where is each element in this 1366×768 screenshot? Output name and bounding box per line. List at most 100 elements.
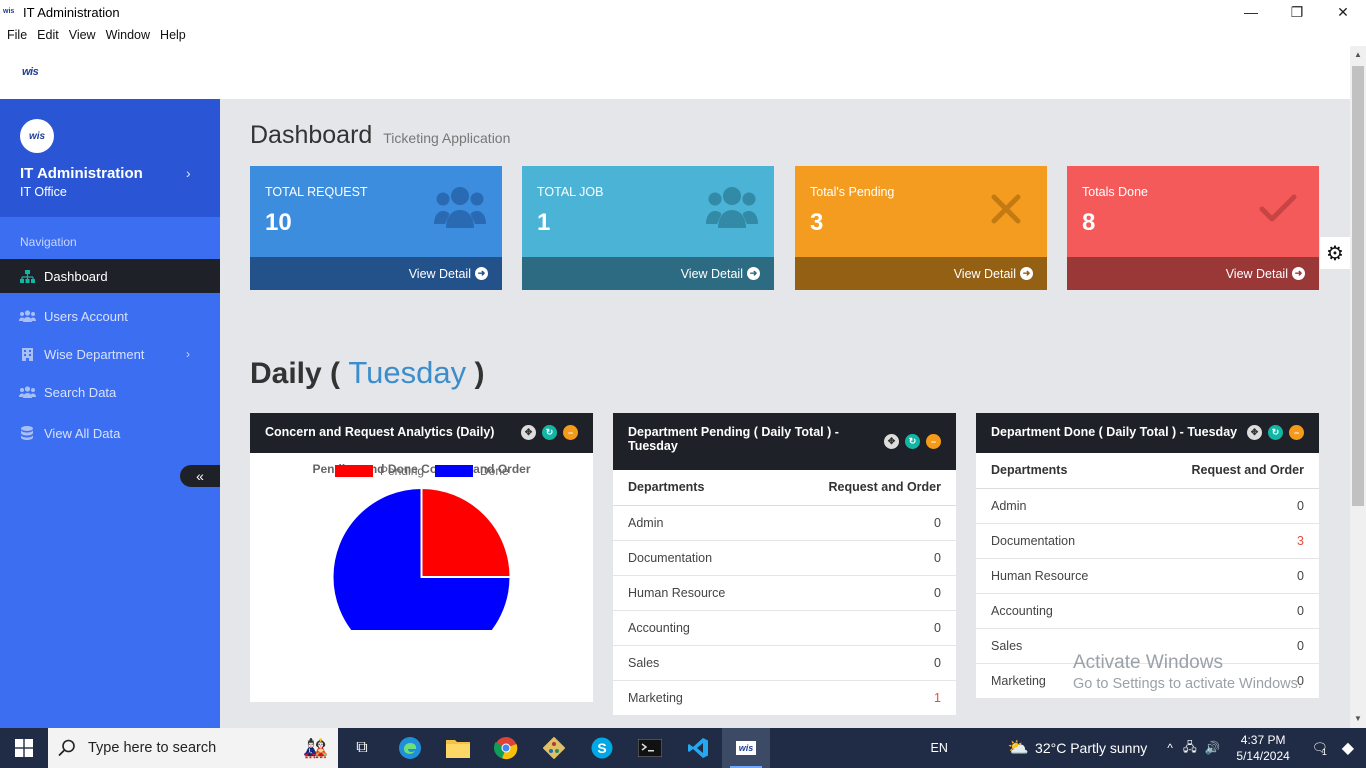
maximize-button[interactable]: ❐ — [1274, 0, 1320, 24]
page-subtitle: Ticketing Application — [383, 130, 511, 146]
taskbar-search[interactable]: Type here to search 🎎 — [48, 728, 338, 768]
count-cell: 0 — [774, 610, 956, 646]
taskbar-it-admin-app[interactable]: wis — [722, 728, 770, 768]
edge-icon — [399, 737, 421, 759]
menu-edit[interactable]: Edit — [33, 28, 63, 42]
menu-window[interactable]: Window — [102, 28, 154, 42]
pie-slice-pending[interactable] — [420, 486, 512, 578]
collapse-sidebar-button[interactable]: « — [180, 465, 220, 487]
arrow-circle-right-icon: ➜ — [475, 267, 488, 280]
column-header: Departments — [976, 453, 1138, 489]
nav-title: Navigation — [20, 235, 77, 249]
view-detail-link[interactable]: View Detail ➜ — [250, 257, 502, 290]
users-icon — [706, 186, 758, 233]
minus-icon[interactable]: − — [1289, 425, 1304, 440]
menu-file[interactable]: File — [3, 28, 31, 42]
stat-value: 8 — [1082, 209, 1096, 236]
view-detail-link[interactable]: View Detail ➜ — [795, 257, 1047, 290]
language-indicator[interactable]: EN — [930, 741, 947, 755]
sidebar-item-wise-department[interactable]: Wise Department › — [0, 337, 220, 371]
start-button[interactable] — [0, 728, 48, 768]
taskbar-git[interactable] — [530, 728, 578, 768]
notification-icon[interactable]: 🗨 1 — [1312, 741, 1328, 757]
folder-icon — [446, 740, 470, 758]
arrow-circle-right-icon: ➜ — [1020, 267, 1033, 280]
minimize-button[interactable]: — — [1228, 0, 1274, 24]
taskbar-chrome[interactable] — [482, 728, 530, 768]
menu-help[interactable]: Help — [156, 28, 190, 42]
windows-icon — [15, 739, 33, 757]
chevron-up-icon[interactable]: ^ — [1167, 741, 1173, 755]
sidebar-item-dashboard[interactable]: Dashboard — [0, 259, 220, 293]
legend-item-pending[interactable]: Pending — [335, 464, 424, 478]
refresh-icon[interactable]: ↻ — [905, 434, 920, 449]
volume-icon[interactable]: 🔊 — [1205, 741, 1221, 756]
settings-gear-button[interactable]: ⚙ — [1320, 237, 1350, 269]
sidebar: wis IT Administration IT Office › Naviga… — [0, 99, 220, 728]
vertical-scrollbar[interactable]: ▲ ▼ — [1350, 46, 1366, 728]
task-view-icon: ⧉ — [356, 739, 368, 756]
page-title-text: Dashboard — [250, 121, 373, 149]
stat-card-total-job: TOTAL JOB 1 View Detail ➜ — [522, 166, 774, 290]
taskbar-terminal[interactable] — [626, 728, 674, 768]
git-icon — [543, 737, 565, 759]
pending-table: Departments Request and Order Admin 0 Docu… — [613, 470, 956, 716]
scrollbar-thumb[interactable] — [1352, 66, 1364, 506]
weather-text: 32°C Partly sunny — [1035, 740, 1148, 756]
move-icon[interactable]: ✥ — [884, 434, 899, 449]
taskbar-edge[interactable] — [386, 728, 434, 768]
view-detail-text: View Detail — [953, 266, 1016, 281]
legend-label: Pending — [380, 464, 424, 478]
panel-title: Department Pending ( Daily Total ) - Tue… — [628, 425, 839, 453]
table-row: Admin 0 — [613, 505, 956, 541]
menu-view[interactable]: View — [65, 28, 100, 42]
org-name[interactable]: IT Administration — [20, 165, 143, 182]
app-icon: wis — [3, 8, 15, 15]
taskbar-skype[interactable]: S — [578, 728, 626, 768]
panel-header: Department Done ( Daily Total ) - Tuesda… — [976, 413, 1319, 453]
department-cell: Documentation — [613, 540, 775, 576]
sidebar-item-label: Wise Department — [44, 346, 145, 362]
department-cell: Human Resource — [613, 575, 775, 611]
times-icon — [991, 194, 1021, 229]
count-cell: 3 — [1137, 523, 1319, 559]
table-row: Documentation 3 — [976, 523, 1319, 559]
scroll-down-icon[interactable]: ▼ — [1350, 712, 1366, 726]
chevron-right-icon[interactable]: › — [186, 165, 191, 181]
taskbar-vscode[interactable] — [674, 728, 722, 768]
system-tray: EN ⛅ 32°C Partly sunny ^ 🖧 🔊 4:37 PM 5/1… — [930, 728, 1366, 768]
legend-item-done[interactable]: Done — [435, 464, 509, 478]
sidebar-item-view-all-data[interactable]: View All Data — [0, 416, 220, 450]
table-row: Accounting 0 — [976, 593, 1319, 629]
main-content: Dashboard Ticketing Application TOTAL RE… — [220, 99, 1350, 728]
network-icon[interactable]: 🖧 — [1183, 738, 1197, 759]
view-detail-link[interactable]: View Detail ➜ — [1067, 257, 1319, 290]
scroll-up-icon[interactable]: ▲ — [1350, 48, 1366, 62]
taskbar-file-explorer[interactable] — [434, 728, 482, 768]
table-header-row: Departments Request and Order — [613, 470, 956, 506]
weather-widget[interactable]: ⛅ 32°C Partly sunny — [1008, 738, 1147, 758]
sidebar-item-users-account[interactable]: Users Account — [0, 299, 220, 333]
task-view-button[interactable]: ⧉ — [338, 728, 386, 768]
department-cell: Accounting — [976, 593, 1138, 629]
view-detail-link[interactable]: View Detail ➜ — [522, 257, 774, 290]
minus-icon[interactable]: − — [926, 434, 941, 449]
title-bar: wis IT Administration — ❐ ✕ — [0, 0, 1366, 24]
column-header: Request and Order — [774, 470, 956, 506]
clock[interactable]: 4:37 PM 5/14/2024 — [1236, 732, 1289, 764]
close-button[interactable]: ✕ — [1320, 0, 1366, 24]
move-icon[interactable]: ✥ — [1247, 425, 1262, 440]
table-row: Marketing 1 — [613, 680, 956, 716]
users-icon — [434, 186, 486, 233]
activation-watermark: Activate Windows Go to Settings to activ… — [1073, 652, 1302, 692]
building-icon — [18, 347, 36, 361]
stat-label: Totals Done — [1082, 185, 1149, 199]
column-header: Departments — [613, 470, 775, 506]
copilot-icon[interactable]: ◆ — [1342, 738, 1354, 758]
sidebar-item-search-data[interactable]: Search Data — [0, 375, 220, 409]
search-highlight-icon: 🎎 — [303, 737, 328, 760]
table-row: Admin 0 — [976, 488, 1319, 524]
gear-icon: ⚙ — [1326, 242, 1344, 265]
refresh-icon[interactable]: ↻ — [1268, 425, 1283, 440]
app-logo-icon: wis — [735, 741, 757, 755]
